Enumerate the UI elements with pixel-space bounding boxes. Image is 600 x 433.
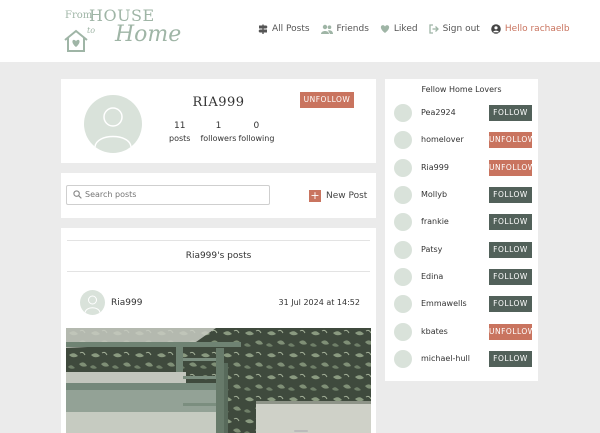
follow-button[interactable]: FOLLOW: [489, 214, 532, 230]
nav-friends-label: Friends: [336, 24, 369, 34]
user-avatar[interactable]: [394, 159, 412, 177]
post-image[interactable]: [66, 328, 371, 433]
nav-liked-label: Liked: [393, 24, 418, 34]
stat-following-count: 0: [253, 121, 260, 131]
logo-home: Home: [115, 22, 182, 47]
unfollow-button[interactable]: UNFOLLOW: [489, 132, 535, 148]
user-avatar[interactable]: [394, 131, 412, 149]
nav-all-posts-label: All Posts: [272, 24, 310, 34]
user-name[interactable]: Ria999: [421, 163, 449, 172]
sign-out-icon: [428, 24, 439, 34]
user-name[interactable]: Emmawells: [421, 299, 467, 308]
user-avatar[interactable]: [394, 213, 412, 231]
user-avatar[interactable]: [394, 295, 412, 313]
site-logo[interactable]: From HOUSE to Home: [63, 6, 181, 56]
nav-friends[interactable]: Friends: [320, 24, 369, 34]
user-list-item: frankie FOLLOW: [394, 213, 532, 233]
user-list-item: homelover UNFOLLOW: [394, 131, 535, 151]
user-avatar[interactable]: [394, 350, 412, 368]
user-avatar[interactable]: [394, 186, 412, 204]
user-list-item: Mollyb FOLLOW: [394, 186, 532, 206]
user-name[interactable]: Edina: [421, 272, 443, 281]
main-nav: All Posts Friends Liked Sign out Hello r…: [258, 24, 570, 34]
stat-following: 0 following: [238, 121, 274, 143]
nav-all-posts[interactable]: All Posts: [258, 24, 310, 34]
nav-hello-label: Hello rachaelb: [504, 24, 570, 34]
user-silhouette-icon: [84, 295, 101, 314]
sidebar-title: Fellow Home Lovers: [421, 85, 502, 94]
follow-button[interactable]: FOLLOW: [489, 296, 532, 312]
user-name[interactable]: michael-hull: [421, 354, 470, 363]
profile-avatar: [84, 95, 142, 153]
new-post-label: New Post: [326, 191, 368, 201]
signpost-icon: [258, 24, 268, 34]
stat-following-label: following: [238, 134, 275, 143]
user-list-item: Edina FOLLOW: [394, 268, 532, 288]
follow-button[interactable]: FOLLOW: [489, 187, 532, 203]
posts-header: Ria999's posts: [67, 240, 370, 272]
post-author-avatar[interactable]: [80, 290, 105, 315]
nav-liked[interactable]: Liked: [380, 24, 418, 34]
plus-icon: +: [309, 189, 321, 202]
user-name[interactable]: Patsy: [421, 245, 442, 254]
user-circle-icon: [491, 24, 501, 34]
profile-username: RIA999: [192, 95, 245, 110]
house-logo-icon: [64, 29, 88, 52]
user-list-item: Emmawells FOLLOW: [394, 295, 532, 315]
posts-title: Ria999's posts: [185, 251, 252, 261]
user-list-item: Pea2924 FOLLOW: [394, 104, 532, 124]
user-silhouette-icon: [94, 107, 132, 148]
follow-button[interactable]: FOLLOW: [489, 242, 532, 258]
logo-to: to: [87, 26, 96, 35]
site-header: From HOUSE to Home All Posts Friends Lik…: [0, 0, 600, 62]
search-input[interactable]: [85, 188, 265, 201]
new-post-button[interactable]: + New Post: [309, 190, 367, 202]
profile-card: RIA999 11 posts 1 followers 0 following …: [61, 79, 376, 163]
stat-followers-count: 1: [215, 121, 222, 131]
stat-followers-label: followers: [200, 134, 237, 143]
stat-followers: 1 followers: [200, 121, 236, 143]
post-header: Ria999 31 Jul 2024 at 14:52: [80, 290, 360, 318]
heart-icon: [380, 25, 390, 33]
nav-sign-out-label: Sign out: [442, 24, 480, 34]
unfollow-button[interactable]: UNFOLLOW: [489, 324, 535, 340]
follow-button[interactable]: FOLLOW: [489, 269, 532, 285]
user-list-item: Ria999 UNFOLLOW: [394, 159, 535, 179]
user-avatar[interactable]: [394, 241, 412, 259]
unfollow-button[interactable]: UNFOLLOW: [489, 160, 535, 176]
user-name[interactable]: frankie: [421, 217, 449, 226]
user-list-item: kbates UNFOLLOW: [394, 323, 535, 343]
user-avatar[interactable]: [394, 323, 412, 341]
posts-card: Ria999's posts Ria999 31 Jul 2024 at 14:…: [61, 228, 376, 433]
profile-unfollow-button[interactable]: UNFOLLOW: [300, 92, 354, 108]
user-name[interactable]: Pea2924: [421, 108, 456, 117]
search-box: [66, 185, 270, 205]
scroll-indicator[interactable]: [294, 430, 308, 432]
follow-button[interactable]: FOLLOW: [489, 351, 532, 367]
user-name[interactable]: homelover: [421, 135, 464, 144]
users-icon: [320, 24, 333, 34]
follow-button[interactable]: FOLLOW: [489, 105, 532, 121]
search-icon: [73, 190, 82, 199]
user-name[interactable]: Mollyb: [421, 190, 447, 199]
stat-posts-count: 11: [174, 121, 186, 131]
post-date: 31 Jul 2024 at 14:52: [278, 298, 360, 307]
fellow-home-lovers-panel: Fellow Home Lovers Pea2924 FOLLOW homelo…: [385, 79, 538, 381]
user-name[interactable]: kbates: [421, 327, 448, 336]
bunk-bed-photo: [66, 328, 371, 433]
stat-posts: 11 posts: [169, 121, 190, 143]
profile-stats: 11 posts 1 followers 0 following: [169, 121, 274, 143]
nav-user-greeting[interactable]: Hello rachaelb: [491, 24, 570, 34]
user-avatar[interactable]: [394, 104, 412, 122]
user-avatar[interactable]: [394, 268, 412, 286]
user-list-item: Patsy FOLLOW: [394, 241, 532, 261]
stat-posts-label: posts: [169, 134, 191, 143]
user-list-item: michael-hull FOLLOW: [394, 350, 532, 370]
post-author[interactable]: Ria999: [111, 298, 142, 308]
search-card: + New Post: [61, 173, 376, 218]
nav-sign-out[interactable]: Sign out: [428, 24, 480, 34]
